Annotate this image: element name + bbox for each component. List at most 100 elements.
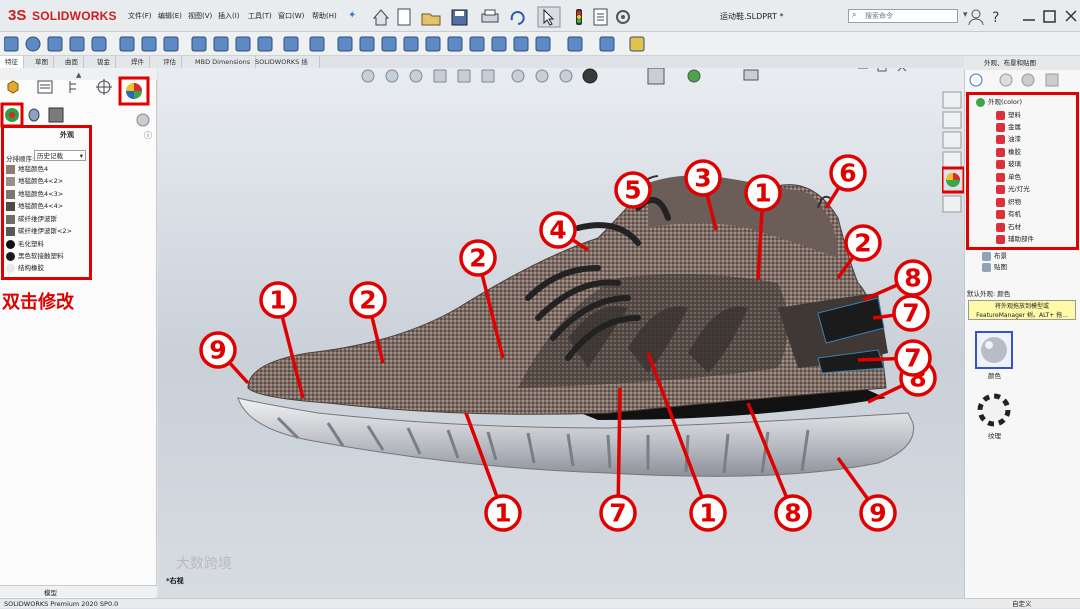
- forward-icon[interactable]: [999, 73, 1013, 87]
- tab-features[interactable]: 特征: [0, 56, 24, 68]
- file-explorer-tab-icon[interactable]: [942, 131, 962, 149]
- pin-icon[interactable]: ✦: [348, 10, 356, 21]
- home-library-icon[interactable]: [1021, 73, 1035, 87]
- revolved-cut-icon[interactable]: [163, 36, 179, 52]
- extruded-cut-icon[interactable]: [119, 36, 135, 52]
- help-icon[interactable]: ?: [992, 10, 999, 26]
- move-copy-icon[interactable]: [535, 36, 551, 52]
- add-appearance-icon[interactable]: [136, 113, 150, 127]
- home-icon[interactable]: [372, 9, 390, 26]
- swept-cut-icon[interactable]: [191, 36, 207, 52]
- boundary-cut-icon[interactable]: [235, 36, 251, 52]
- tab-weldments[interactable]: 焊件: [126, 56, 150, 68]
- edit-appearance-icon[interactable]: [535, 69, 549, 83]
- instant3d-icon[interactable]: [469, 36, 485, 52]
- configuration-manager-icon[interactable]: [69, 81, 76, 93]
- decals-subtab-icon[interactable]: [28, 108, 40, 122]
- search-dropdown-icon[interactable]: ▾: [963, 10, 968, 20]
- split-icon[interactable]: [513, 36, 529, 52]
- wrap-icon[interactable]: [381, 36, 397, 52]
- monitor-icon[interactable]: [743, 69, 759, 81]
- viewport-close-icon[interactable]: [897, 68, 907, 72]
- shell-icon[interactable]: [359, 36, 375, 52]
- help-question-icon[interactable]: ⓘ: [144, 130, 152, 141]
- menu-window[interactable]: 窗口(W): [278, 11, 304, 21]
- loft-boss-icon[interactable]: [69, 36, 85, 52]
- apply-scene-icon[interactable]: [559, 69, 573, 83]
- back-icon[interactable]: [969, 73, 983, 87]
- appearances-scenes-tab-icon[interactable]: [946, 173, 960, 187]
- file-properties-icon[interactable]: [593, 8, 608, 26]
- revolve-boss-icon[interactable]: [25, 36, 41, 52]
- menu-insert[interactable]: 插入(I): [218, 11, 240, 21]
- zoom-area-icon[interactable]: [385, 69, 399, 83]
- tab-sketch[interactable]: 草图: [30, 56, 54, 68]
- hole-wizard-icon[interactable]: [141, 36, 157, 52]
- menu-view[interactable]: 视图(V): [188, 11, 212, 21]
- linear-pattern-icon[interactable]: [283, 36, 299, 52]
- decal-node[interactable]: 贴图: [982, 261, 1007, 273]
- menu-tools[interactable]: 工具(T): [248, 11, 272, 21]
- menu-edit[interactable]: 编辑(E): [158, 11, 182, 21]
- menu-help[interactable]: 帮助(H): [312, 11, 337, 21]
- extrude-boss-icon[interactable]: [4, 36, 19, 52]
- curves-icon[interactable]: [447, 36, 463, 52]
- lofted-cut-icon[interactable]: [213, 36, 229, 52]
- search-commands-input[interactable]: 搜索命令: [848, 9, 958, 23]
- tab-sheet-metal[interactable]: 钣金: [92, 56, 116, 68]
- close-icon[interactable]: [1065, 10, 1077, 22]
- view-palette-tab-icon[interactable]: [942, 151, 962, 169]
- tab-mbd-dimensions[interactable]: MBD Dimensions: [190, 56, 257, 68]
- user-account-icon[interactable]: [968, 9, 984, 26]
- sneaker-model[interactable]: [237, 175, 915, 477]
- mirror-icon[interactable]: [491, 36, 507, 52]
- design-library-tab-icon[interactable]: [942, 111, 962, 129]
- tab-solidworks-addins[interactable]: SOLIDWORKS 插件: [250, 56, 320, 78]
- rib-icon[interactable]: [309, 36, 325, 52]
- scene-subtab-icon[interactable]: [48, 107, 64, 123]
- boundary-boss-icon[interactable]: [91, 36, 107, 52]
- curve-through-points-icon[interactable]: [599, 36, 615, 52]
- select-icon[interactable]: [537, 6, 561, 28]
- new-document-icon[interactable]: [397, 8, 411, 26]
- tab-evaluate[interactable]: 评估: [158, 56, 182, 68]
- options-gear-icon[interactable]: [616, 10, 630, 24]
- dimxpert-manager-icon[interactable]: [96, 79, 112, 95]
- realview-icon[interactable]: [687, 69, 701, 83]
- add-location-icon[interactable]: [1045, 73, 1059, 87]
- custom-properties-tab-icon[interactable]: [942, 195, 962, 213]
- reference-geometry-icon[interactable]: [425, 36, 441, 52]
- feature-manager-icon[interactable]: [7, 80, 19, 94]
- fillet-icon[interactable]: [257, 36, 273, 52]
- open-folder-icon[interactable]: [421, 13, 441, 26]
- shoe-model-canvas[interactable]: 5431628787291 21 7 1 8 9 *右视 大数跨境: [158, 68, 964, 598]
- undo-icon[interactable]: [510, 11, 525, 25]
- texture-sphere-icon[interactable]: [977, 393, 1011, 427]
- save-icon[interactable]: [451, 9, 468, 26]
- sweep-boss-icon[interactable]: [47, 36, 63, 52]
- measure-icon[interactable]: [629, 36, 645, 52]
- display-manager-icon[interactable]: [126, 83, 142, 99]
- plane-icon[interactable]: [567, 36, 583, 52]
- property-manager-icon[interactable]: [37, 80, 53, 94]
- view-orientation-icon[interactable]: [457, 69, 471, 83]
- maximize-icon[interactable]: [1043, 10, 1056, 23]
- tab-surfaces[interactable]: 曲面: [60, 56, 84, 68]
- orient-icon[interactable]: [647, 68, 665, 85]
- display-style-icon[interactable]: [481, 69, 495, 83]
- draft-icon[interactable]: [337, 36, 353, 52]
- tab-model[interactable]: 模型: [44, 587, 57, 597]
- view-settings-icon[interactable]: [582, 68, 598, 84]
- appearances-subtab-icon[interactable]: [5, 108, 19, 122]
- viewport-restore-icon[interactable]: [877, 68, 887, 72]
- print-icon[interactable]: [481, 9, 499, 23]
- menu-file[interactable]: 文件(F): [128, 11, 152, 21]
- section-view-icon[interactable]: [433, 69, 447, 83]
- rebuild-icon[interactable]: [576, 9, 582, 25]
- intersect-icon[interactable]: [403, 36, 419, 52]
- resources-tab-icon[interactable]: [942, 91, 962, 109]
- previous-view-icon[interactable]: [409, 69, 423, 83]
- panel-collapse-icon[interactable]: ▲: [76, 71, 82, 79]
- hide-show-items-icon[interactable]: [511, 69, 525, 83]
- zoom-to-fit-icon[interactable]: [361, 69, 375, 83]
